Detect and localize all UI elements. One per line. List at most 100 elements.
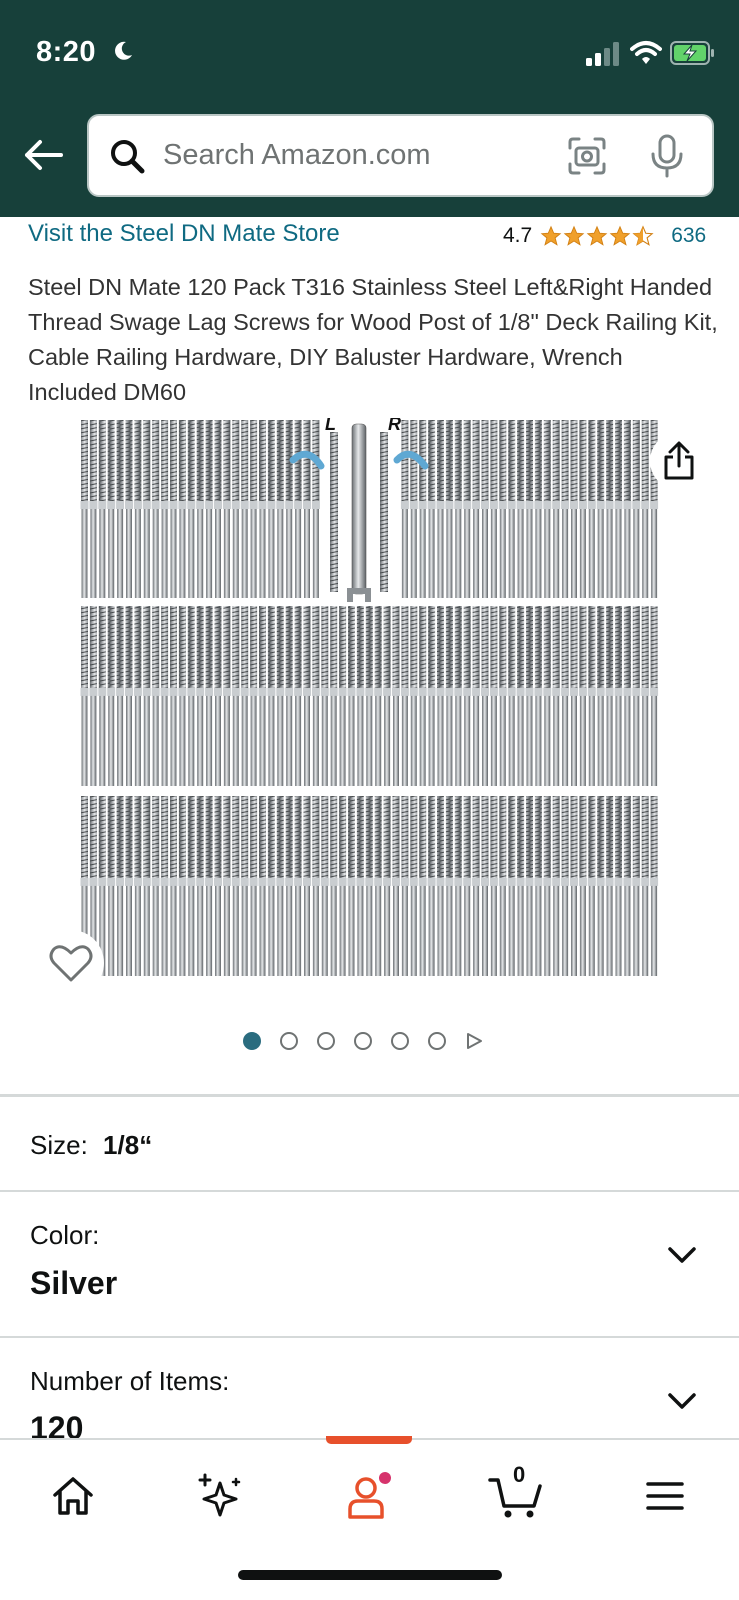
chevron-down-icon[interactable] [666, 1390, 698, 1412]
camera-search-icon[interactable] [567, 136, 607, 176]
rating-value: 4.7 [503, 224, 533, 247]
screw [489, 420, 498, 598]
store-link[interactable]: Visit the Steel DN Mate Store [28, 220, 340, 248]
screw [570, 796, 578, 976]
microphone-icon[interactable] [649, 134, 685, 178]
screw [525, 420, 534, 598]
screw [534, 796, 543, 976]
screw [338, 606, 347, 786]
screw [418, 796, 427, 976]
screw [507, 606, 516, 786]
screw [463, 606, 472, 786]
screw [249, 420, 258, 598]
screw [178, 420, 187, 598]
screw [365, 606, 374, 786]
share-button[interactable] [650, 432, 708, 490]
screw [445, 606, 454, 786]
rating-summary[interactable]: 4.7 636 [503, 224, 706, 248]
screw [614, 606, 623, 786]
carousel-dot[interactable] [354, 1032, 372, 1050]
screw [525, 796, 534, 976]
screw [311, 606, 320, 786]
wishlist-button[interactable] [38, 930, 104, 996]
screw [107, 796, 116, 976]
screw [133, 420, 142, 598]
screw [481, 606, 489, 786]
screw [116, 606, 125, 786]
star-full-icon [586, 225, 608, 246]
image-carousel-indicator [243, 1032, 483, 1050]
arrow-left-icon [25, 140, 63, 170]
screw [116, 420, 125, 598]
screw [196, 796, 205, 976]
number-of-items-label: Number of Items: [30, 1366, 230, 1396]
screw [383, 796, 392, 976]
search-bar[interactable] [87, 114, 714, 197]
share-icon [664, 441, 694, 480]
screw [427, 420, 436, 598]
screw [160, 796, 169, 976]
screw [516, 606, 525, 786]
carousel-dot[interactable] [428, 1032, 446, 1050]
search-input[interactable] [163, 130, 543, 180]
carousel-dot[interactable] [317, 1032, 335, 1050]
screw [481, 796, 489, 976]
screw [178, 606, 187, 786]
screw [285, 420, 294, 598]
screw [214, 420, 222, 598]
screw [525, 606, 534, 786]
rating-count: 636 [671, 224, 707, 247]
home-icon [53, 1477, 93, 1515]
nav-ai-assistant[interactable] [192, 1468, 248, 1524]
screw [489, 606, 498, 786]
screw [205, 420, 214, 598]
screw [258, 606, 267, 786]
screw [267, 796, 276, 976]
carousel-dot[interactable] [391, 1032, 409, 1050]
menu-icon [646, 1482, 684, 1510]
screw [409, 420, 418, 598]
chevron-down-icon[interactable] [666, 1244, 698, 1266]
screw [214, 796, 222, 976]
screw [578, 796, 587, 976]
screw [498, 420, 507, 598]
screw [454, 796, 463, 976]
screw [222, 796, 231, 976]
screw [231, 606, 240, 786]
screw [294, 796, 303, 976]
screw [392, 606, 400, 786]
screw [543, 420, 552, 598]
screw [374, 606, 383, 786]
screw [507, 420, 516, 598]
product-image[interactable]: L R [80, 418, 660, 990]
screw [587, 606, 596, 786]
screw [552, 796, 561, 976]
carousel-dot[interactable] [280, 1032, 298, 1050]
back-button[interactable] [22, 134, 64, 176]
video-play-icon[interactable] [465, 1032, 483, 1050]
screw [561, 420, 570, 598]
size-value: 1/8“ [103, 1130, 153, 1160]
screw [240, 796, 249, 976]
ai-sparkle-icon [198, 1473, 241, 1517]
screw [605, 420, 614, 598]
screw [267, 606, 276, 786]
screw [160, 606, 169, 786]
screw [276, 606, 285, 786]
size-option: Size: 1/8“ [30, 1130, 152, 1161]
screw [578, 606, 587, 786]
carousel-dot[interactable] [243, 1032, 261, 1050]
screw [80, 606, 89, 786]
star-full-icon [609, 225, 631, 246]
nav-account[interactable] [341, 1468, 397, 1524]
screw [303, 420, 311, 598]
screw [650, 606, 659, 786]
nav-menu[interactable] [637, 1468, 693, 1524]
screw [169, 796, 178, 976]
screw [605, 796, 614, 976]
screw [552, 420, 561, 598]
screw [231, 796, 240, 976]
screw [311, 796, 320, 976]
screw [222, 606, 231, 786]
nav-home[interactable] [45, 1468, 101, 1524]
